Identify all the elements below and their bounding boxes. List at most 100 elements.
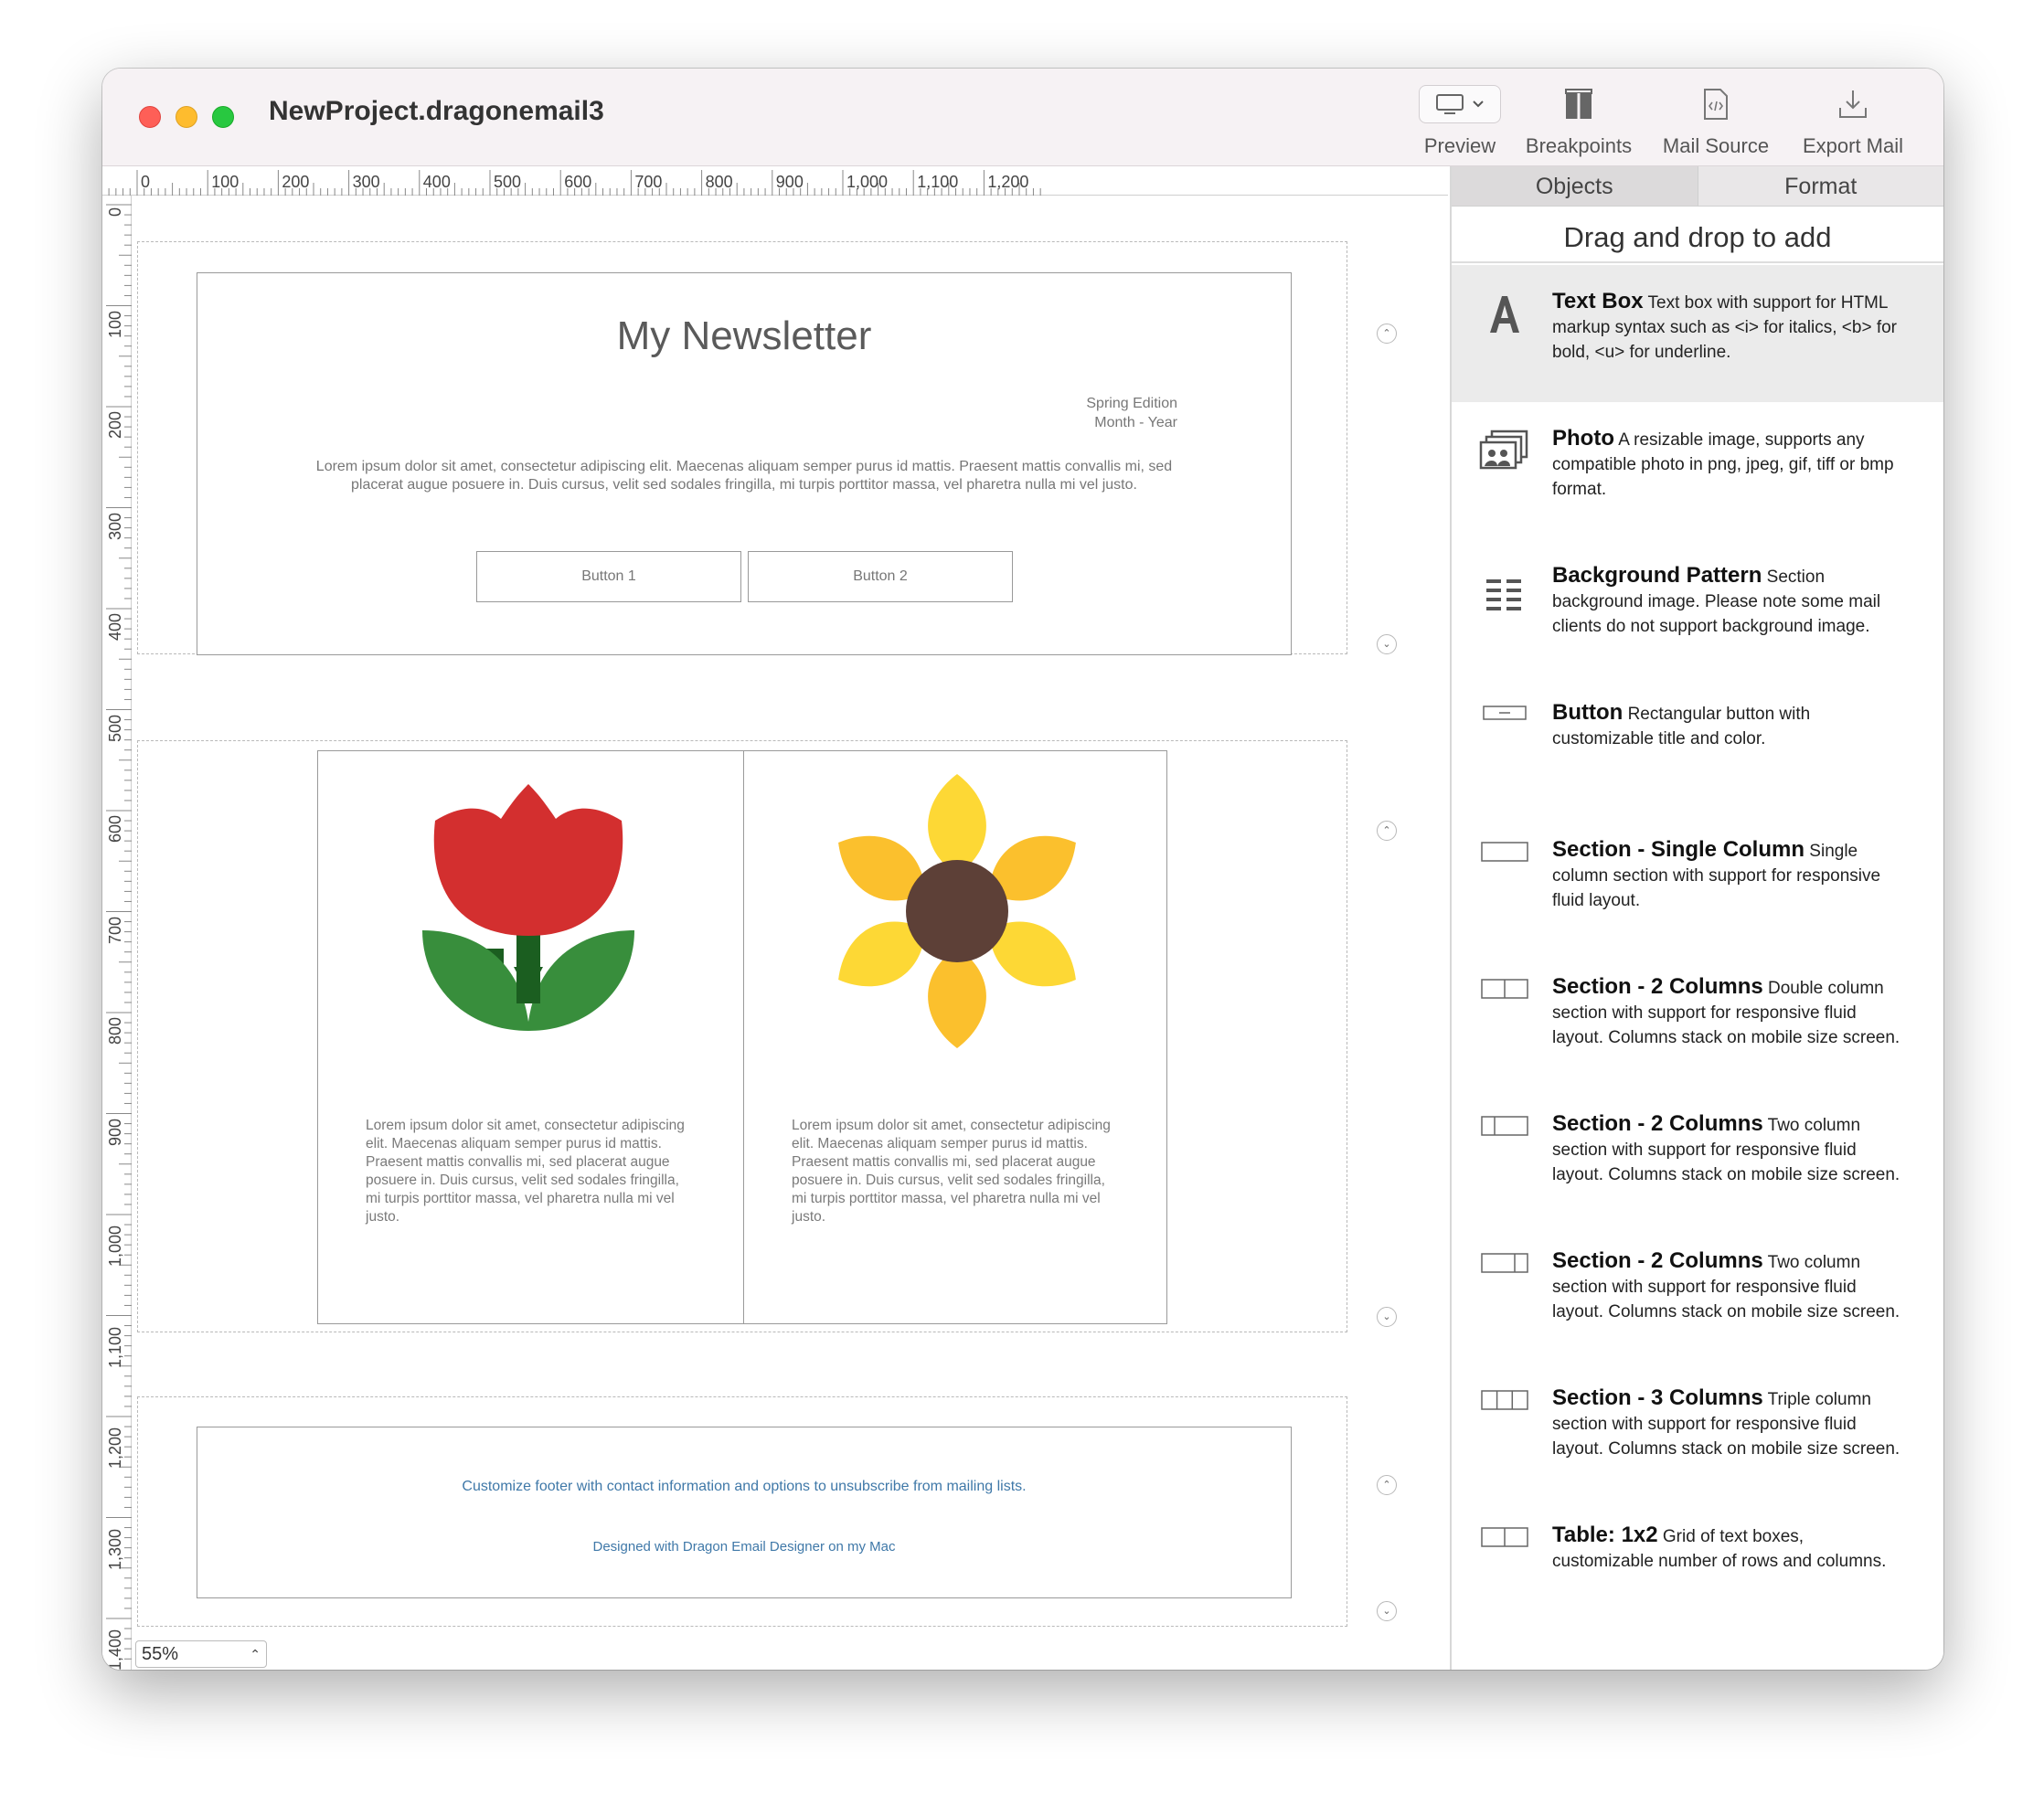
object-item-photo[interactable]: Photo A resizable image, supports any co…	[1452, 402, 1943, 539]
move-section-down-button[interactable]: ⌄	[1377, 634, 1397, 654]
object-description: Text Box Text box with support for HTML …	[1552, 289, 1907, 365]
ruler-label: 1,200	[987, 173, 1029, 191]
breakpoints-label: Breakpoints	[1525, 134, 1633, 157]
export-mail-button[interactable]: Export Mail	[1784, 83, 1922, 158]
object-description: Button Rectangular button with customiza…	[1552, 700, 1907, 751]
sunflower-image[interactable]	[825, 769, 1090, 1053]
object-name: Table: 1x2	[1552, 1523, 1658, 1547]
move-section-up-button[interactable]: ⌃	[1377, 821, 1397, 841]
object-item-text-box[interactable]: Text Box Text box with support for HTML …	[1452, 265, 1943, 402]
tab-format[interactable]: Format	[1698, 166, 1944, 206]
object-item-two-columns-left-narrow[interactable]: Section - 2 Columns Two column section w…	[1452, 1088, 1943, 1225]
object-name: Section - 2 Columns	[1552, 1248, 1763, 1273]
ruler-label: 900	[106, 1118, 124, 1146]
newsletter-title[interactable]: My Newsletter	[197, 313, 1291, 359]
ruler-label: 100	[106, 310, 124, 338]
horizontal-ruler: 0 100 200 300 400 500 600 700 800 900 1,000 1,100 1,…	[102, 166, 1448, 196]
object-item-two-columns-right-narrow[interactable]: Section - 2 Columns Two column section w…	[1452, 1225, 1943, 1362]
edition-line: Spring Edition	[1086, 396, 1177, 411]
object-name: Section - Single Column	[1552, 837, 1805, 862]
object-description: Section - 2 Columns Two column section w…	[1552, 1111, 1907, 1187]
ruler-label: 400	[106, 612, 124, 641]
source-code-icon	[1704, 89, 1728, 120]
monitor-icon	[1436, 94, 1464, 114]
tab-objects[interactable]: Objects	[1452, 166, 1698, 206]
object-item-background-pattern[interactable]: Background Pattern Section background im…	[1452, 539, 1943, 676]
close-window-button[interactable]	[139, 106, 161, 128]
ruler-label: 300	[106, 512, 124, 540]
ruler-label: 900	[775, 173, 804, 191]
object-item-single-column[interactable]: Section - Single Column Single column se…	[1452, 813, 1943, 950]
object-name: Background Pattern	[1552, 563, 1762, 588]
breakpoints-button[interactable]: Breakpoints	[1510, 83, 1647, 158]
ruler-label: 1,000	[106, 1225, 124, 1267]
zoom-window-button[interactable]	[212, 106, 234, 128]
ruler-label: 600	[564, 173, 592, 191]
title-bar: NewProject.dragonemail3 Preview Breakpoi…	[102, 69, 1943, 166]
app-window: NewProject.dragonemail3 Preview Breakpoi…	[102, 69, 1943, 1670]
ruler-label: 100	[211, 173, 240, 191]
object-item-button[interactable]: Button Rectangular button with customiza…	[1452, 676, 1943, 813]
mail-source-label: Mail Source	[1662, 134, 1770, 157]
left-column[interactable]: Lorem ipsum dolor sit amet, consectetur …	[318, 751, 743, 1323]
drag-drop-heading: Drag and drop to add	[1563, 221, 1832, 253]
single-column-icon	[1479, 841, 1530, 863]
edition-text[interactable]: Spring Edition Month - Year	[1086, 394, 1177, 432]
ruler-label: 0	[141, 173, 151, 191]
breakpoints-icon	[1565, 89, 1592, 119]
footer-unsubscribe-link[interactable]: Customize footer with contact informatio…	[197, 1479, 1291, 1495]
stepper-arrows-icon[interactable]: ⌃	[250, 1641, 261, 1667]
ruler-label: 1,100	[917, 173, 959, 191]
object-name: Button	[1552, 700, 1623, 725]
ruler-label: 1,400	[106, 1629, 124, 1670]
text-box-icon	[1479, 292, 1530, 334]
zoom-stepper[interactable]: 55% ⌃	[135, 1640, 267, 1668]
move-section-up-button[interactable]: ⌃	[1377, 1475, 1397, 1495]
header-section[interactable]: My Newsletter Spring Edition Month - Yea…	[137, 241, 1347, 655]
move-section-down-button[interactable]: ⌄	[1377, 1307, 1397, 1327]
object-description: Background Pattern Section background im…	[1552, 563, 1907, 639]
ruler-label: 200	[282, 173, 310, 191]
columns-container[interactable]: Lorem ipsum dolor sit amet, consectetur …	[317, 750, 1167, 1324]
move-section-up-button[interactable]: ⌃	[1377, 324, 1397, 344]
object-name: Section - 2 Columns	[1552, 974, 1763, 999]
button-1[interactable]: Button 1	[476, 551, 741, 602]
two-columns-icon	[1479, 978, 1530, 1000]
ruler-label: 200	[106, 410, 124, 439]
object-name: Photo	[1552, 426, 1614, 451]
header-body-text[interactable]: Lorem ipsum dolor sit amet, consectetur …	[311, 458, 1177, 494]
ruler-label: 800	[705, 173, 733, 191]
three-columns-icon	[1479, 1389, 1530, 1411]
background-pattern-icon	[1479, 576, 1530, 618]
object-description: Section - Single Column Single column se…	[1552, 837, 1907, 913]
header-content-box[interactable]: My Newsletter Spring Edition Month - Yea…	[197, 272, 1292, 655]
tulip-image[interactable]	[419, 784, 638, 1049]
ruler-label: 300	[352, 173, 380, 191]
footer-section[interactable]: Customize footer with contact informatio…	[137, 1396, 1347, 1627]
right-column-text[interactable]: Lorem ipsum dolor sit amet, consectetur …	[792, 1117, 1121, 1226]
month-year-line: Month - Year	[1094, 415, 1177, 430]
design-canvas[interactable]: 0 100 200 300 400 500 600 700 800 900 1,000 1,100 1,…	[102, 166, 1448, 1670]
object-description: Section - 2 Columns Double column sectio…	[1552, 974, 1907, 1050]
ruler-label: 1,000	[846, 173, 889, 191]
object-name: Section - 2 Columns	[1552, 1111, 1763, 1136]
two-column-section[interactable]: Lorem ipsum dolor sit amet, consectetur …	[137, 740, 1347, 1332]
mail-source-button[interactable]: Mail Source	[1647, 83, 1784, 158]
move-section-down-button[interactable]: ⌄	[1377, 1601, 1397, 1621]
right-column[interactable]: Lorem ipsum dolor sit amet, consectetur …	[743, 751, 1168, 1323]
footer-content-box[interactable]: Customize footer with contact informatio…	[197, 1427, 1292, 1598]
left-column-text[interactable]: Lorem ipsum dolor sit amet, consectetur …	[366, 1117, 696, 1226]
object-description: Section - 2 Columns Two column section w…	[1552, 1248, 1907, 1324]
object-item-two-columns[interactable]: Section - 2 Columns Double column sectio…	[1452, 950, 1943, 1088]
object-item-table[interactable]: Table: 1x2 Grid of text boxes, customiza…	[1452, 1499, 1943, 1636]
divider	[1452, 261, 1943, 263]
footer-credit-link[interactable]: Designed with Dragon Email Designer on m…	[197, 1539, 1291, 1555]
sunflower-petal	[928, 774, 986, 875]
ruler-label: 600	[106, 814, 124, 843]
minimize-window-button[interactable]	[176, 106, 197, 128]
ruler-label: 700	[634, 173, 663, 191]
ruler-label: 700	[106, 916, 124, 944]
object-item-three-columns[interactable]: Section - 3 Columns Triple column sectio…	[1452, 1362, 1943, 1499]
button-2[interactable]: Button 2	[748, 551, 1013, 602]
preview-button[interactable]: Preview	[1410, 83, 1510, 158]
